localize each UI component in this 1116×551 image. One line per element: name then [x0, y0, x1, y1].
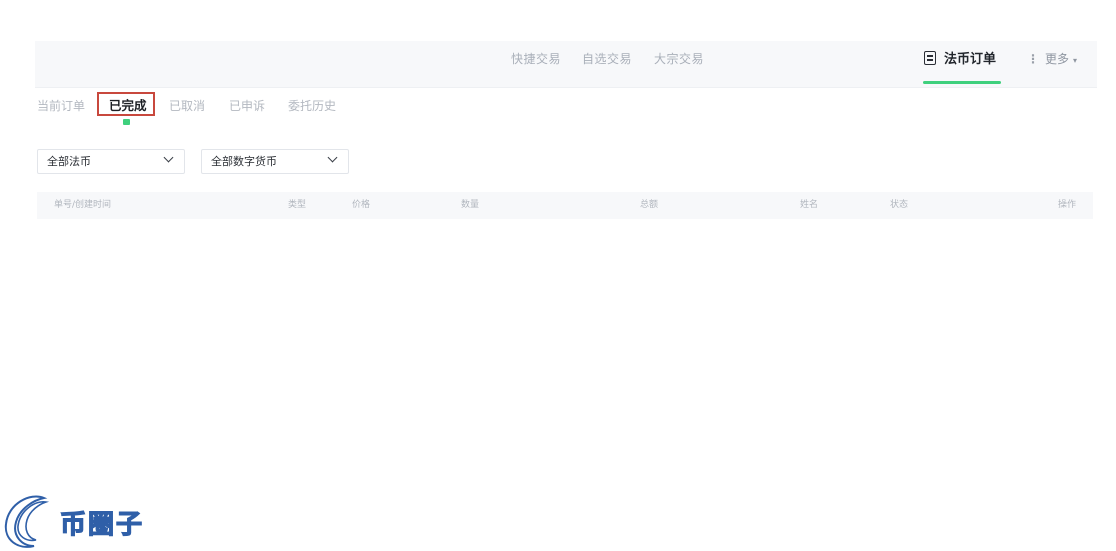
nav-quick-trade[interactable]: 快捷交易: [511, 41, 561, 87]
tab-completed[interactable]: 已完成: [109, 97, 147, 115]
tab-cancelled[interactable]: 已取消: [169, 97, 205, 115]
column-header-status: 状态: [890, 200, 909, 210]
caret-down-icon: ▾: [1073, 56, 1078, 65]
watermark-text: 币圈子: [59, 509, 145, 540]
chevron-down-icon: [163, 152, 174, 163]
more-menu[interactable]: ⋮ 更多 ▾: [1027, 41, 1077, 87]
active-nav-indicator: [923, 81, 1001, 84]
watermark-logo: 币圈子: [0, 490, 160, 551]
fiat-currency-select[interactable]: 全部法币: [37, 149, 185, 174]
nav-custom-trade[interactable]: 自选交易: [582, 41, 632, 87]
column-header-price: 价格: [352, 200, 371, 210]
watermark-swirl-icon: [4, 495, 50, 548]
nav-fiat-orders-label: 法币订单: [944, 52, 997, 67]
column-header-name: 姓名: [800, 200, 819, 210]
fiat-currency-value: 全部法币: [47, 155, 91, 168]
chevron-down-icon: [327, 152, 338, 163]
column-header-type: 类型: [288, 200, 307, 210]
column-header-order-id: 单号/创建时间: [54, 200, 112, 210]
document-icon: [924, 51, 936, 65]
top-navigation-bar: 快捷交易 自选交易 大宗交易 法币订单 ⋮ 更多 ▾: [35, 41, 1097, 88]
nav-bulk-trade[interactable]: 大宗交易: [654, 41, 704, 87]
crypto-currency-select[interactable]: 全部数字货币: [201, 149, 349, 174]
column-header-quantity: 数量: [461, 200, 480, 210]
more-label: 更多: [1045, 52, 1070, 66]
column-header-action: 操作: [1058, 200, 1077, 210]
orders-table-header: 单号/创建时间 类型 价格 数量 总额 姓名 状态 操作: [37, 192, 1093, 219]
tab-appealed[interactable]: 已申诉: [229, 97, 265, 115]
active-tab-indicator: [123, 119, 130, 125]
tab-order-history[interactable]: 委托历史: [288, 97, 336, 115]
column-header-total: 总额: [640, 200, 659, 210]
tab-current-orders[interactable]: 当前订单: [37, 97, 85, 115]
kebab-icon: ⋮: [1027, 52, 1039, 66]
crypto-currency-value: 全部数字货币: [211, 155, 277, 168]
